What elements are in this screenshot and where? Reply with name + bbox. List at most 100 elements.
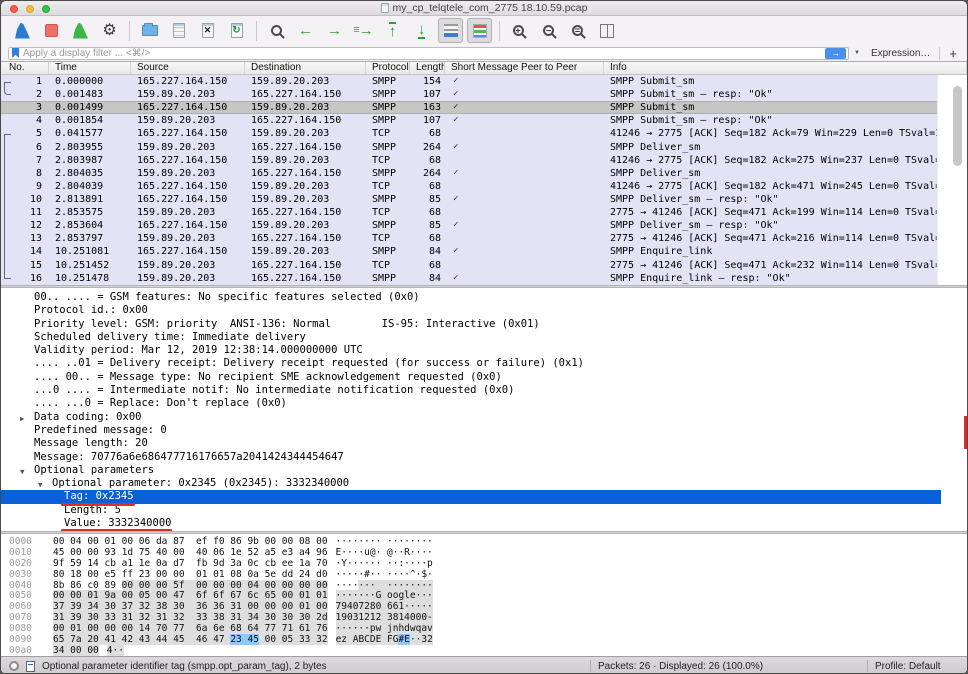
zoom-out-button[interactable] — [536, 18, 561, 43]
packet-list-scrollbar[interactable] — [937, 75, 967, 285]
apply-filter-button[interactable]: → — [825, 48, 846, 59]
close-file-button[interactable] — [195, 18, 220, 43]
column-header-protocol[interactable]: Protocol — [366, 62, 410, 74]
expert-info-icon[interactable] — [9, 661, 19, 671]
zoom-in-button[interactable] — [507, 18, 532, 43]
detail-line[interactable]: Tag: 0x2345 — [1, 490, 941, 503]
packet-row[interactable]: 82.804035159.89.20.203165.227.164.150SMP… — [1, 167, 939, 180]
hex-row[interactable]: 007031 39 30 33 31 32 31 32 33 38 31 34 … — [1, 612, 967, 623]
zoom-window-button[interactable] — [42, 5, 50, 13]
packet-row[interactable]: 40.001854159.89.20.203165.227.164.150SMP… — [1, 114, 939, 127]
zoom-original-button[interactable] — [565, 18, 590, 43]
column-header-info[interactable]: Info — [604, 62, 967, 74]
packet-row[interactable]: 132.853797159.89.20.203165.227.164.150TC… — [1, 232, 939, 245]
minimize-window-button[interactable] — [26, 5, 34, 13]
go-to-packet-button[interactable]: → — [351, 18, 376, 43]
detail-line[interactable]: .... ..01 = Delivery receipt: Delivery r… — [1, 357, 967, 370]
packet-row[interactable]: 1510.251452159.89.20.203165.227.164.150T… — [1, 259, 939, 272]
detail-line[interactable]: Predefined message: 0 — [1, 424, 967, 437]
detail-line[interactable]: ▼Optional parameter: 0x2345 (0x2345): 33… — [1, 477, 967, 490]
column-header-time[interactable]: Time — [49, 62, 131, 74]
find-packet-button[interactable] — [264, 18, 289, 43]
close-file-icon — [202, 23, 214, 38]
packet-row[interactable]: 92.804039165.227.164.150159.89.20.203TCP… — [1, 180, 939, 193]
hex-dump-pane[interactable]: 000000 04 00 01 00 06 da 87 ef f0 86 9b … — [1, 534, 967, 656]
packet-row[interactable]: 1610.251478159.89.20.203165.227.164.150S… — [1, 272, 939, 285]
open-file-button[interactable] — [137, 18, 162, 43]
hex-row[interactable]: 005000 00 01 9a 00 05 00 47 6f 6f 67 6c … — [1, 590, 967, 601]
hex-row[interactable]: 000000 04 00 01 00 06 da 87 ef f0 86 9b … — [1, 536, 967, 547]
stop-capture-button[interactable] — [39, 18, 64, 43]
display-filter-field[interactable]: → — [8, 47, 849, 60]
detail-line[interactable]: ▼Optional parameters — [1, 464, 967, 477]
detail-text: .... ..01 = Delivery receipt: Delivery r… — [34, 357, 584, 369]
packet-list-body[interactable]: 10.000000165.227.164.150159.89.20.203SMP… — [1, 75, 967, 285]
cell-smpp-check: ✓ — [445, 141, 604, 154]
filter-dropdown-caret-icon[interactable]: ▼ — [854, 50, 860, 56]
packet-row[interactable]: 1410.251081165.227.164.150159.89.20.203S… — [1, 245, 939, 258]
detail-line[interactable]: .... ...0 = Replace: Don't replace (0x0) — [1, 397, 967, 410]
detail-line[interactable]: 00.. .... = GSM features: No specific fe… — [1, 291, 967, 304]
detail-line[interactable]: .... 00.. = Message type: No recipient S… — [1, 371, 967, 384]
column-header-destination[interactable]: Destination — [245, 62, 366, 74]
expression-button[interactable]: Expression… — [871, 48, 930, 59]
colorize-packets-button[interactable] — [467, 18, 492, 43]
detail-line[interactable]: Validity period: Mar 12, 2019 12:38:14.0… — [1, 344, 967, 357]
hex-row[interactable]: 008000 01 00 00 00 14 70 77 6a 6e 68 64 … — [1, 623, 967, 634]
detail-line[interactable]: Message: 70776a6e686477716176657a2041424… — [1, 451, 967, 464]
go-previous-packet-button[interactable]: ← — [293, 18, 318, 43]
filter-bookmark-icon[interactable] — [12, 48, 19, 58]
capture-comment-icon[interactable] — [26, 661, 35, 672]
packet-row[interactable]: 102.813891165.227.164.150159.89.20.203SM… — [1, 193, 939, 206]
go-next-packet-button[interactable]: → — [322, 18, 347, 43]
hex-row[interactable]: 003080 18 00 e5 ff 23 00 00 01 01 08 0a … — [1, 569, 967, 580]
column-header-no[interactable]: No. — [1, 62, 49, 74]
auto-scroll-button[interactable] — [438, 18, 463, 43]
hex-row[interactable]: 00408b 86 c0 89 00 00 00 5f 00 00 00 04 … — [1, 580, 967, 591]
detail-line[interactable]: Message length: 20 — [1, 437, 967, 450]
hex-row[interactable]: 00a034 00 004·· — [1, 645, 967, 656]
column-header-source[interactable]: Source — [131, 62, 245, 74]
restart-capture-button[interactable] — [68, 18, 93, 43]
packet-row[interactable]: 122.853604165.227.164.150159.89.20.203SM… — [1, 219, 939, 232]
packet-row[interactable]: 62.803955159.89.20.203165.227.164.150SMP… — [1, 141, 939, 154]
status-separator — [867, 660, 868, 672]
reload-file-button[interactable] — [224, 18, 249, 43]
go-first-packet-button[interactable]: ↑ — [380, 18, 405, 43]
hex-row[interactable]: 00209f 59 14 cb a1 1e 0a d7 fb 9d 3a 0c … — [1, 558, 967, 569]
detail-line[interactable]: Scheduled delivery time: Immediate deliv… — [1, 331, 967, 344]
start-capture-button[interactable] — [10, 18, 35, 43]
status-profile[interactable]: Profile: Default — [875, 661, 959, 672]
add-filter-button[interactable]: + — [949, 46, 957, 61]
status-separator — [590, 660, 591, 672]
detail-line[interactable]: Length: 5 — [1, 504, 967, 517]
detail-line[interactable]: Protocol id.: 0x00 — [1, 304, 967, 317]
capture-options-button[interactable]: ⚙ — [97, 18, 122, 43]
cell-time: 2.853604 — [49, 219, 131, 232]
display-filter-input[interactable] — [23, 48, 821, 59]
hex-row[interactable]: 009065 7a 20 41 42 43 44 45 46 47 23 45 … — [1, 634, 967, 645]
packet-row[interactable]: 112.853575159.89.20.203165.227.164.150TC… — [1, 206, 939, 219]
detail-line[interactable]: ...0 .... = Intermediate notif: No inter… — [1, 384, 967, 397]
close-window-button[interactable] — [10, 5, 18, 13]
detail-line[interactable]: Priority level: GSM: priority ANSI-136: … — [1, 318, 967, 331]
detail-line[interactable]: ▶Data coding: 0x00 — [1, 411, 967, 424]
scrollbar-thumb[interactable] — [953, 86, 962, 166]
column-header-smpp[interactable]: Short Message Peer to Peer — [445, 62, 604, 74]
packet-row[interactable]: 10.000000165.227.164.150159.89.20.203SMP… — [1, 75, 939, 88]
detail-line[interactable]: Value: 3332340000 — [1, 517, 967, 530]
save-file-button[interactable] — [166, 18, 191, 43]
column-header-length[interactable]: Length — [410, 62, 445, 74]
cell-source: 159.89.20.203 — [131, 232, 245, 245]
resize-columns-button[interactable] — [594, 18, 619, 43]
hex-row[interactable]: 006037 39 34 30 37 32 38 30 36 36 31 00 … — [1, 601, 967, 612]
packet-detail-pane[interactable]: 00.. .... = GSM features: No specific fe… — [1, 288, 967, 531]
go-last-packet-button[interactable]: ↓ — [409, 18, 434, 43]
packet-row[interactable]: 20.001483159.89.20.203165.227.164.150SMP… — [1, 88, 939, 101]
packet-row[interactable]: 72.803987165.227.164.150159.89.20.203TCP… — [1, 154, 939, 167]
detail-text: Value: 3332340000 — [64, 517, 171, 529]
packet-row[interactable]: 30.001499165.227.164.150159.89.20.203SMP… — [1, 101, 939, 114]
hex-row[interactable]: 001045 00 00 93 1d 75 40 00 40 06 1e 52 … — [1, 547, 967, 558]
packet-row[interactable]: 50.041577165.227.164.150159.89.20.203TCP… — [1, 127, 939, 140]
capture-options-icon: ⚙ — [102, 23, 116, 39]
